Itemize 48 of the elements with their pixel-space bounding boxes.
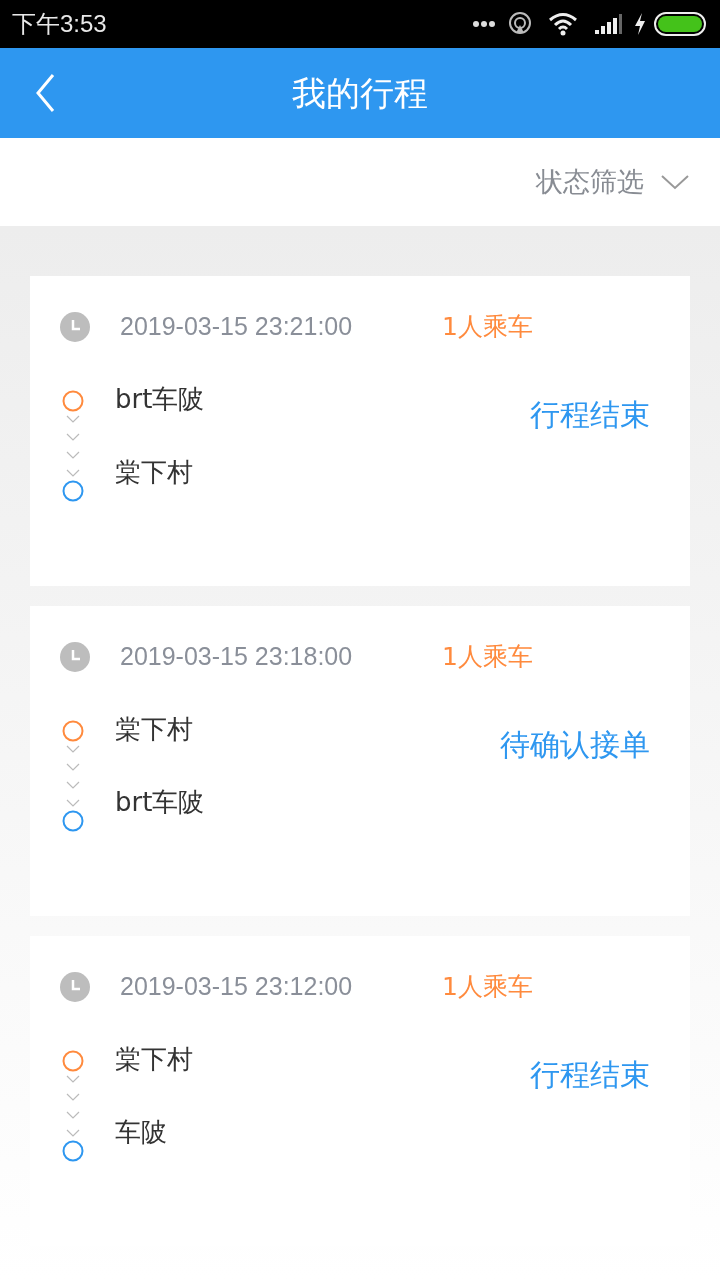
chevron-icon [66,799,80,807]
clock-icon [60,642,90,672]
origin-circle-icon [62,1050,84,1072]
wifi-icon [548,12,578,36]
destination-circle-icon [62,810,84,832]
trip-card[interactable]: 2019-03-15 23:18:00 1人乘车 棠下村 brt车陂 待确认接单 [30,606,690,916]
back-icon [35,73,55,113]
clock-icon [60,972,90,1002]
trip-status: 行程结束 [530,396,650,434]
origin-name: 棠下村 [115,1043,193,1076]
chevron-icon [66,781,80,789]
charging-icon [634,13,646,35]
battery-icon [654,12,708,36]
chevron-icon [66,433,80,441]
trip-time: 2019-03-15 23:21:00 [120,311,354,343]
trip-time: 2019-03-15 23:18:00 [120,641,354,673]
origin-name: 棠下村 [115,713,194,746]
passenger-count: 1人乘车 [442,311,533,344]
clock-icon [60,312,90,342]
chevron-icon [66,1129,80,1137]
destination-name: 棠下村 [115,456,194,489]
signal-icon [594,13,622,35]
destination-name: brt车陂 [115,786,205,819]
chevron-icon [66,1111,80,1119]
destination-circle-icon [62,480,84,502]
chevron-down-icon [660,174,690,190]
more-dots-icon [472,20,496,28]
trip-card[interactable]: 2019-03-15 23:21:00 1人乘车 brt车陂 棠下村 行程结束 [30,276,690,586]
page-title: 我的行程 [292,71,428,115]
passenger-count: 1人乘车 [442,971,533,1004]
origin-name: brt车陂 [115,383,205,416]
destination-name: 车陂 [115,1116,168,1149]
passenger-count: 1人乘车 [442,641,533,674]
origin-circle-icon [62,720,84,742]
chevron-icon [66,1075,80,1083]
status-time: 下午3:53 [12,9,107,39]
hotspot-icon [508,12,532,36]
chevron-icon [66,469,80,477]
origin-circle-icon [62,390,84,412]
trip-status: 待确认接单 [500,726,650,764]
chevron-icon [66,745,80,753]
chevron-icon [66,451,80,459]
destination-circle-icon [62,1140,84,1162]
trip-status: 行程结束 [530,1056,650,1094]
chevron-icon [66,1093,80,1101]
chevron-icon [66,415,80,423]
chevron-icon [66,763,80,771]
trip-time: 2019-03-15 23:12:00 [120,971,354,1003]
